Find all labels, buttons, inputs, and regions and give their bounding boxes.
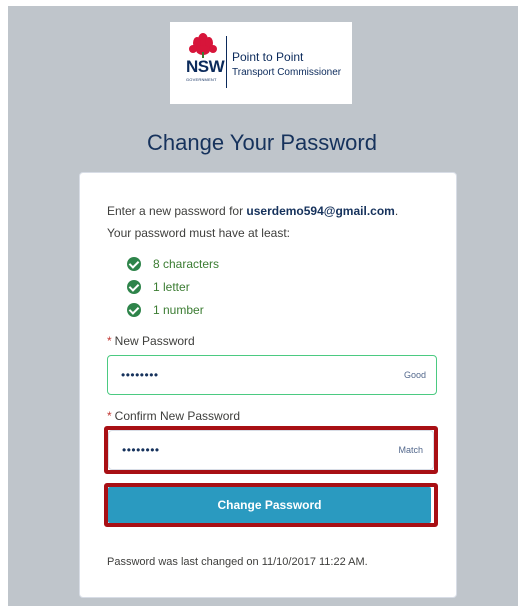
logo-government-text: GOVERNMENT [186,77,217,82]
user-email: userdemo594@gmail.com [246,204,395,218]
password-strength: Good [403,370,426,380]
confirm-password-label-text: Confirm New Password [114,409,241,423]
requirement-number: 1 number [127,301,204,319]
intro-prefix: Enter a new password for [107,204,247,218]
required-marker: * [107,334,112,348]
new-password-label: * New Password [107,334,195,348]
requirement-label: 8 characters [153,257,220,271]
last-changed-text: Password was last changed on 11/10/2017 … [107,556,368,568]
requirement-letter: 1 letter [127,278,190,296]
page-title: Change Your Password [147,130,377,155]
new-password-input[interactable]: •••••••• Good [107,355,437,395]
logo-nsw-text: NSW [186,57,225,76]
new-password-value: •••••••• [121,368,159,382]
check-circle-icon [127,257,141,271]
logo-title: Point to Point [232,50,304,64]
new-password-label-text: New Password [114,334,195,348]
waratah-logo-icon [189,33,217,58]
check-circle-icon [127,303,141,317]
confirm-password-value: •••••••• [122,443,160,457]
password-match-status: Match [398,445,423,455]
logo-subtitle: Transport Commissioner [232,67,342,78]
change-password-card: Enter a new password for userdemo594@gma… [79,172,457,598]
confirm-password-label: * Confirm New Password [107,409,240,423]
intro-suffix: . [394,204,399,218]
requirement-label: 1 number [153,303,204,317]
check-circle-icon [127,280,141,294]
requirement-label: 1 letter [153,280,190,294]
confirm-password-input[interactable]: •••••••• Match [108,430,434,470]
logo: NSW GOVERNMENT Point to Point Transport … [170,22,352,104]
change-password-button[interactable]: Change Password [108,487,431,523]
requirements-intro: Your password must have at least: [107,226,290,240]
logo-divider [226,36,227,88]
intro-text: Enter a new password for userdemo594@gma… [107,204,398,218]
required-marker: * [107,409,112,423]
requirement-characters: 8 characters [127,255,219,273]
